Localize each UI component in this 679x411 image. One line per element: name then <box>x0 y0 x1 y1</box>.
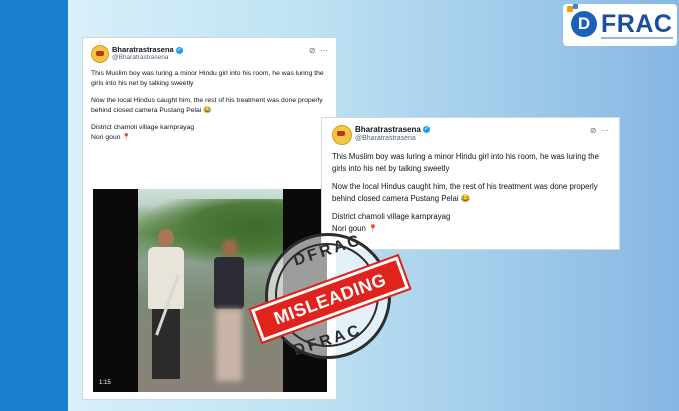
grok-icon[interactable]: ⊘ <box>309 46 316 55</box>
person-right-body <box>214 257 244 309</box>
grok-icon[interactable]: ⊘ <box>590 126 597 135</box>
logo-underline <box>601 37 673 39</box>
dfrac-logo: D FRAC <box>563 4 677 46</box>
logo-dot <box>573 4 578 9</box>
tweet-actions: ⊘ ··· <box>309 46 328 55</box>
person-left-legs <box>152 309 180 379</box>
tweet-author-handle[interactable]: @Bharatrastrasena <box>355 135 416 142</box>
tweet-author-name[interactable]: Bharatrastrasena ✓ <box>112 45 183 54</box>
tweet-body: This Muslim boy was luring a minor Hindu… <box>91 69 331 150</box>
tweet-author-name[interactable]: Bharatrastrasena ✓ <box>355 125 430 134</box>
avatar[interactable] <box>91 45 109 63</box>
left-accent-strip <box>0 0 68 411</box>
verified-badge-icon: ✓ <box>175 46 183 54</box>
logo-d-mark: D <box>571 11 597 37</box>
tweet-paragraph: This Muslim boy was luring a minor Hindu… <box>332 152 599 173</box>
tweet-paragraph: Now the local Hindus caught him, the res… <box>91 97 323 114</box>
logo-wordmark: FRAC <box>601 10 673 38</box>
more-options-icon[interactable]: ··· <box>601 126 609 135</box>
tweet-paragraph: District chamoli village karnprayag Nori… <box>91 124 195 141</box>
author-name-text: Bharatrastrasena <box>355 125 421 134</box>
tweet-actions: ⊘ ··· <box>590 126 609 135</box>
person-right-legs-blurred <box>216 309 242 381</box>
person-left-head <box>158 229 174 247</box>
verified-badge-icon: ✓ <box>422 126 430 134</box>
author-name-text: Bharatrastrasena <box>112 45 174 54</box>
tweet-paragraph: This Muslim boy was luring a minor Hindu… <box>91 70 324 87</box>
person-right-head-blurred <box>222 239 238 257</box>
video-frame <box>138 189 283 392</box>
more-options-icon[interactable]: ··· <box>320 46 328 55</box>
tweet-author-handle[interactable]: @Bharatrastrasena <box>112 54 168 61</box>
tweet-paragraph: Now the local Hindus caught him, the res… <box>332 182 598 203</box>
avatar[interactable] <box>332 125 352 145</box>
video-timestamp: 1:15 <box>99 380 111 386</box>
